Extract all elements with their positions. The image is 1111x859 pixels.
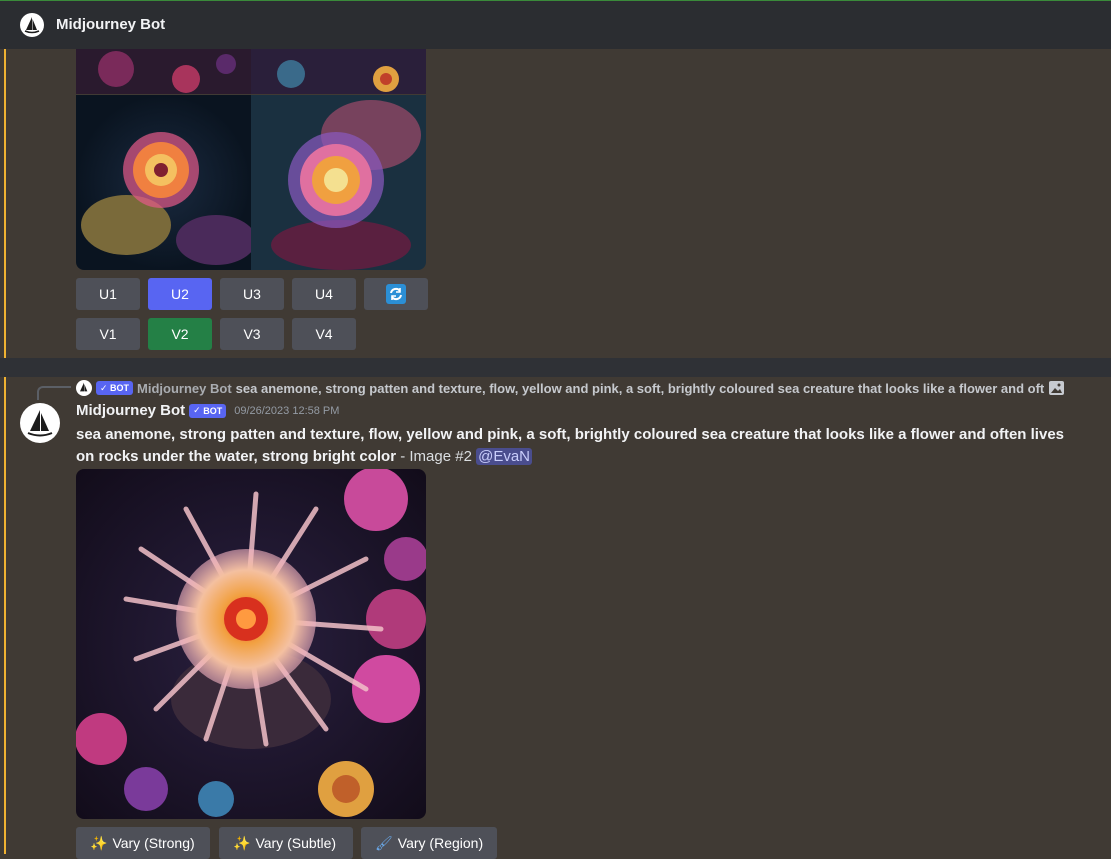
author-avatar[interactable] <box>20 403 60 443</box>
user-mention[interactable]: @EvaN <box>476 448 533 465</box>
grid-image-3[interactable] <box>76 95 251 270</box>
message-content: sea anemone, strong patten and texture, … <box>76 424 1076 468</box>
message-header: Midjourney Bot ✓ BOT 09/26/2023 12:58 PM <box>76 402 339 419</box>
prompt-text: sea anemone, strong patten and texture, … <box>76 426 1065 465</box>
grid-image-2[interactable] <box>251 49 426 94</box>
channel-header: Midjourney Bot <box>0 0 1111 49</box>
vary-strong-button[interactable]: ✨ Vary (Strong) <box>76 827 210 859</box>
vary-strong-label: Vary (Strong) <box>112 835 195 851</box>
variation-3-button[interactable]: V3 <box>220 318 284 350</box>
upscale-2-button[interactable]: U2 <box>148 278 212 310</box>
bot-badge: ✓ BOT <box>189 403 227 418</box>
upscale-1-button[interactable]: U1 <box>76 278 140 310</box>
vary-subtle-button[interactable]: ✨ Vary (Subtle) <box>219 827 353 859</box>
reroll-button[interactable] <box>364 278 428 310</box>
upscale-4-button[interactable]: U4 <box>292 278 356 310</box>
refresh-icon <box>386 284 406 304</box>
message-separator <box>0 358 1111 377</box>
vary-region-button[interactable]: 🖌 Vary (Region) <box>361 827 497 859</box>
image-index-text: - Image #2 <box>396 448 477 465</box>
reply-reference[interactable]: ✓ BOT Midjourney Bot sea anemone, strong… <box>76 379 1065 397</box>
paintbrush-icon: 🖌 <box>375 834 393 851</box>
upscale-3-button[interactable]: U3 <box>220 278 284 310</box>
reply-author[interactable]: Midjourney Bot <box>137 381 232 396</box>
upscaled-image[interactable] <box>76 469 426 819</box>
magic-wand-icon: ✨ <box>233 834 251 851</box>
message-timestamp: 09/26/2023 12:58 PM <box>234 404 340 417</box>
variation-4-button[interactable]: V4 <box>292 318 356 350</box>
variation-2-button[interactable]: V2 <box>148 318 212 350</box>
grid-image-4[interactable] <box>251 95 426 270</box>
magic-wand-icon: ✨ <box>90 834 108 851</box>
variation-1-button[interactable]: V1 <box>76 318 140 350</box>
grid-image-1[interactable] <box>76 49 251 94</box>
message-author[interactable]: Midjourney Bot <box>76 402 185 419</box>
vary-region-label: Vary (Region) <box>397 835 484 851</box>
mention-highlight-bar <box>4 377 6 854</box>
bot-badge-label: BOT <box>203 405 223 416</box>
image-icon <box>1049 381 1065 395</box>
reply-connector <box>37 386 71 400</box>
bot-badge-label: BOT <box>110 383 130 393</box>
reply-text[interactable]: sea anemone, strong patten and texture, … <box>236 381 1045 396</box>
mention-highlight-bar <box>4 49 6 358</box>
bot-avatar <box>76 380 92 396</box>
bot-badge: ✓ BOT <box>96 381 134 395</box>
channel-title: Midjourney Bot <box>56 16 166 33</box>
vary-subtle-label: Vary (Subtle) <box>255 835 337 851</box>
image-grid[interactable] <box>76 49 426 270</box>
bot-avatar[interactable] <box>20 13 44 37</box>
